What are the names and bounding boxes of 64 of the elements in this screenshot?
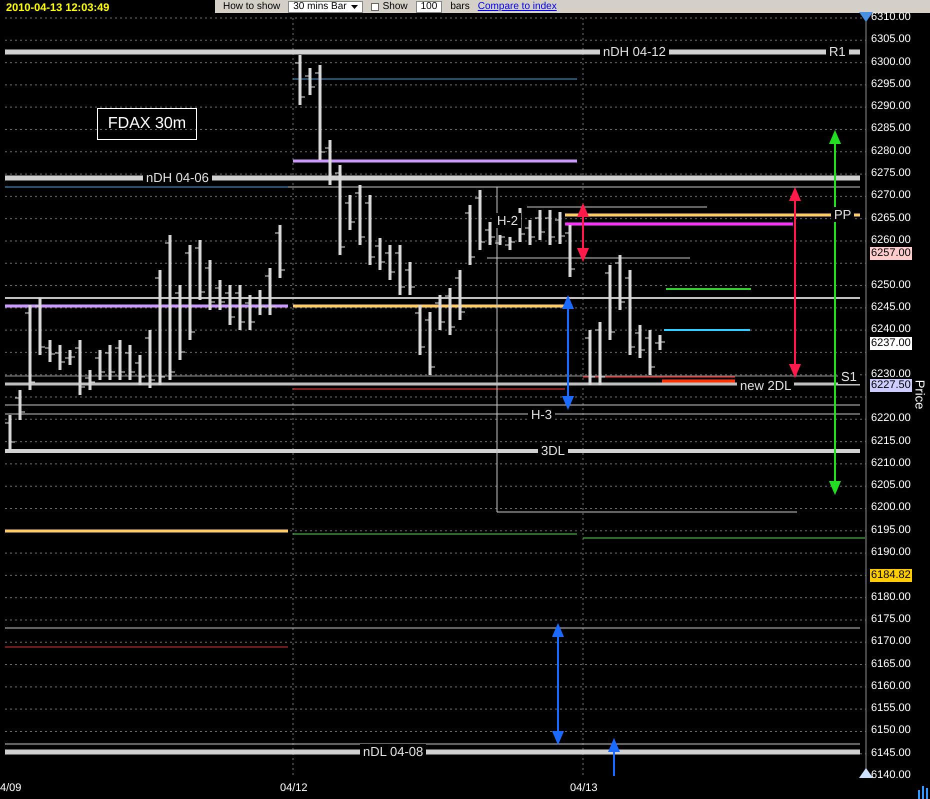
price-tick-label: 6295.00 xyxy=(871,78,911,90)
scroll-top-icon[interactable] xyxy=(859,12,873,22)
show-checkbox[interactable] xyxy=(370,2,379,10)
date-label: 04/12 xyxy=(280,783,308,794)
price-tick-label: 6190.00 xyxy=(871,547,911,558)
price-tick-label: 6270.00 xyxy=(871,190,911,202)
compare-to-index-link[interactable]: Compare to index xyxy=(478,2,557,12)
level-label: H-3 xyxy=(528,407,555,422)
range-arrow xyxy=(577,203,589,262)
level-label: nDH 04-12 xyxy=(600,44,669,59)
up-arrow xyxy=(608,738,620,776)
date-label: 04/13 xyxy=(570,783,598,794)
price-tag: 6227.50 xyxy=(870,378,912,392)
price-tick-label: 6180.00 xyxy=(871,592,911,603)
price-axis-title: Price xyxy=(913,380,926,410)
date-label: 4/09 xyxy=(0,783,22,794)
price-tick-label: 6165.00 xyxy=(871,658,911,670)
price-tick-label: 6200.00 xyxy=(871,502,911,514)
price-tick-label: 6160.00 xyxy=(871,680,911,692)
level-label: R1 xyxy=(826,44,849,59)
price-tick-label: 6210.00 xyxy=(871,458,911,469)
bar-count-field[interactable]: 100 xyxy=(416,0,442,12)
price-tick-label: 6245.00 xyxy=(871,302,911,313)
price-tag: 6184.82 xyxy=(870,569,912,582)
price-tick-label: 6305.00 xyxy=(871,34,911,46)
level-label: 3DL xyxy=(538,443,568,458)
price-tick-label: 6195.00 xyxy=(871,524,911,536)
price-tag: 6257.00 xyxy=(870,247,912,260)
price-tag: 6237.00 xyxy=(870,336,912,350)
price-tick-label: 6290.00 xyxy=(871,101,911,112)
price-tick-label: 6250.00 xyxy=(871,280,911,291)
price-tick-label: 6140.00 xyxy=(871,770,911,782)
price-tick-label: 6300.00 xyxy=(871,56,911,68)
price-tick-label: 6260.00 xyxy=(871,234,911,246)
price-tick-label: 6155.00 xyxy=(871,703,911,714)
price-tick-label: 6175.00 xyxy=(871,614,911,625)
price-tick-label: 6215.00 xyxy=(871,436,911,447)
price-tick-label: 6170.00 xyxy=(871,636,911,648)
level-label: PP xyxy=(831,207,854,222)
price-tick-label: 6145.00 xyxy=(871,748,911,759)
timestamp: 2010-04-13 12:03:49 xyxy=(6,3,110,14)
level-label: nDH 04-06 xyxy=(143,170,212,185)
price-tick-label: 6150.00 xyxy=(871,725,911,736)
volume-bars-icon[interactable] xyxy=(918,786,928,799)
price-tick-label: 6285.00 xyxy=(871,123,911,134)
level-label: new 2DL xyxy=(737,378,794,393)
how-to-show-label: How to show xyxy=(223,2,280,12)
chart-title: FDAX 30m xyxy=(97,108,197,140)
price-tick-label: 6275.00 xyxy=(871,168,911,180)
caret-icon xyxy=(350,4,358,8)
price-tick-label: 6240.00 xyxy=(871,324,911,336)
price-tick-label: 6230.00 xyxy=(871,368,911,380)
price-tick-label: 6205.00 xyxy=(871,480,911,492)
show-label: Show xyxy=(382,2,408,12)
scroll-bottom-icon[interactable] xyxy=(859,768,873,778)
bar-type-dropdown[interactable]: 30 mins Bar xyxy=(288,0,363,12)
level-label: S1 xyxy=(838,369,860,384)
bars-label: bars xyxy=(450,2,470,12)
level-label: nDL 04-08 xyxy=(360,744,426,759)
price-tick-label: 6310.00 xyxy=(871,12,911,23)
level-label: H-2 xyxy=(494,213,521,228)
price-tick-label: 6265.00 xyxy=(871,212,911,224)
price-tick-label: 6280.00 xyxy=(871,146,911,157)
price-tick-label: 6220.00 xyxy=(871,413,911,424)
